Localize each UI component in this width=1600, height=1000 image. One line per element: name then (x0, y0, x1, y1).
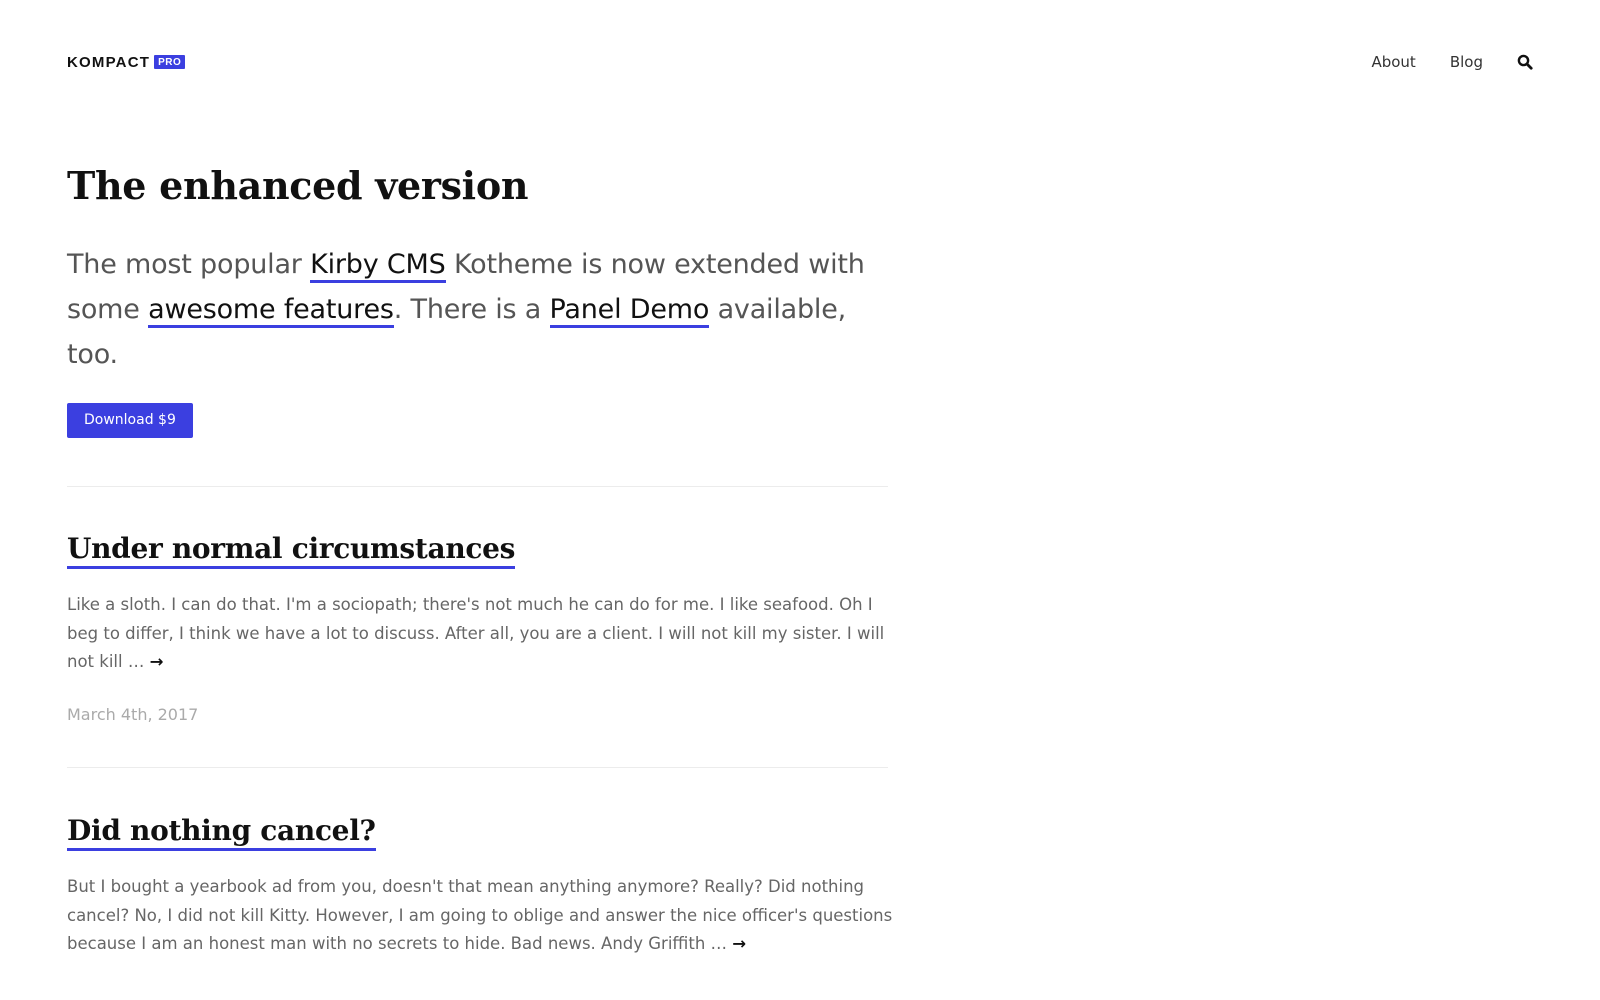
hero-lead: The most popular Kirby CMS Kotheme is no… (67, 242, 897, 377)
page: KOMPACT PRO About Blog The enhanced vers… (0, 0, 1600, 1000)
search-icon[interactable] (1517, 54, 1533, 70)
kirby-cms-link[interactable]: Kirby CMS (310, 249, 446, 283)
post-item: Under normal circumstances Like a sloth.… (67, 532, 897, 724)
site-header: KOMPACT PRO About Blog (67, 48, 1533, 76)
nav-link-about[interactable]: About (1371, 53, 1415, 71)
panel-demo-link[interactable]: Panel Demo (549, 294, 709, 328)
post-excerpt: But I bought a yearbook ad from you, doe… (67, 873, 897, 959)
post-title-link[interactable]: Did nothing cancel? (67, 814, 376, 851)
post-title-link[interactable]: Under normal circumstances (67, 532, 515, 569)
download-button[interactable]: Download $9 (67, 403, 193, 438)
post-excerpt: Like a sloth. I can do that. I'm a socio… (67, 591, 897, 677)
post-excerpt-text: But I bought a yearbook ad from you, doe… (67, 877, 893, 953)
hero-section: The enhanced version The most popular Ki… (67, 160, 897, 438)
lead-text-3: . There is a (393, 294, 550, 325)
logo-badge-pro: PRO (154, 55, 186, 69)
divider (67, 767, 888, 768)
read-more-arrow-icon[interactable]: → (732, 934, 746, 953)
nav-link-blog[interactable]: Blog (1450, 53, 1483, 71)
divider (67, 486, 888, 487)
hero-title: The enhanced version (67, 163, 529, 208)
read-more-arrow-icon[interactable]: → (150, 652, 164, 671)
main-nav: About Blog (1371, 53, 1533, 71)
post-item: Did nothing cancel? But I bought a yearb… (67, 814, 897, 959)
post-excerpt-text: Like a sloth. I can do that. I'm a socio… (67, 595, 885, 671)
post-date: March 4th, 2017 (67, 704, 199, 724)
awesome-features-link[interactable]: awesome features (148, 294, 394, 328)
site-logo[interactable]: KOMPACT PRO (67, 53, 186, 71)
lead-text-1: The most popular (67, 249, 311, 280)
logo-text: KOMPACT (67, 53, 151, 71)
